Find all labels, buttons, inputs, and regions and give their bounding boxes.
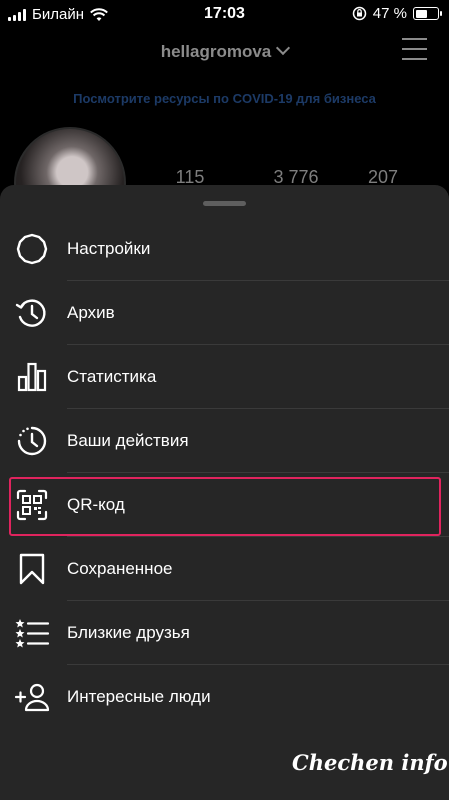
battery-icon <box>413 7 442 20</box>
battery-percent: 47 % <box>372 5 407 22</box>
menu-item-saved[interactable]: Сохраненное <box>0 537 449 601</box>
qr-code-highlight-frame <box>9 477 441 536</box>
bookmark-icon <box>19 553 45 585</box>
orientation-lock-icon <box>352 6 367 21</box>
menu-item-your-activity[interactable]: Ваши действия <box>0 409 449 473</box>
menu-label-discover-people: Интересные люди <box>67 687 211 706</box>
menu-label-settings: Настройки <box>67 239 151 258</box>
menu-item-close-friends[interactable]: Близкие друзья <box>0 601 449 665</box>
chevron-down-icon <box>276 40 291 56</box>
settings-gear-icon <box>16 233 48 265</box>
menu-label-statistics: Статистика <box>67 367 157 386</box>
menu-item-settings[interactable]: Настройки <box>0 217 449 281</box>
menu-item-statistics[interactable]: Статистика <box>0 345 449 409</box>
activity-clock-icon <box>17 426 47 456</box>
menu-label-archive: Архив <box>67 303 115 322</box>
hamburger-menu-icon[interactable] <box>402 38 427 62</box>
sheet-drag-handle[interactable] <box>203 201 246 206</box>
bar-chart-icon <box>17 362 47 392</box>
archive-clock-icon <box>15 299 46 327</box>
menu-label-close-friends: Близкие друзья <box>67 623 190 642</box>
status-bar: Билайн 17:03 47 % <box>0 0 449 30</box>
add-person-icon <box>14 683 50 712</box>
watermark-logo: Chechen info <box>292 750 448 775</box>
covid-resources-link[interactable]: Посмотрите ресурсы по COVID-19 для бизне… <box>0 91 449 106</box>
menu-label-saved: Сохраненное <box>67 559 173 578</box>
menu-label-your-activity: Ваши действия <box>67 431 189 450</box>
menu-item-archive[interactable]: Архив <box>0 281 449 345</box>
profile-username[interactable]: hellagromova <box>0 40 449 62</box>
menu-item-discover-people[interactable]: Интересные люди <box>0 665 449 729</box>
username-label: hellagromova <box>160 42 272 61</box>
close-friends-list-icon <box>15 619 50 648</box>
